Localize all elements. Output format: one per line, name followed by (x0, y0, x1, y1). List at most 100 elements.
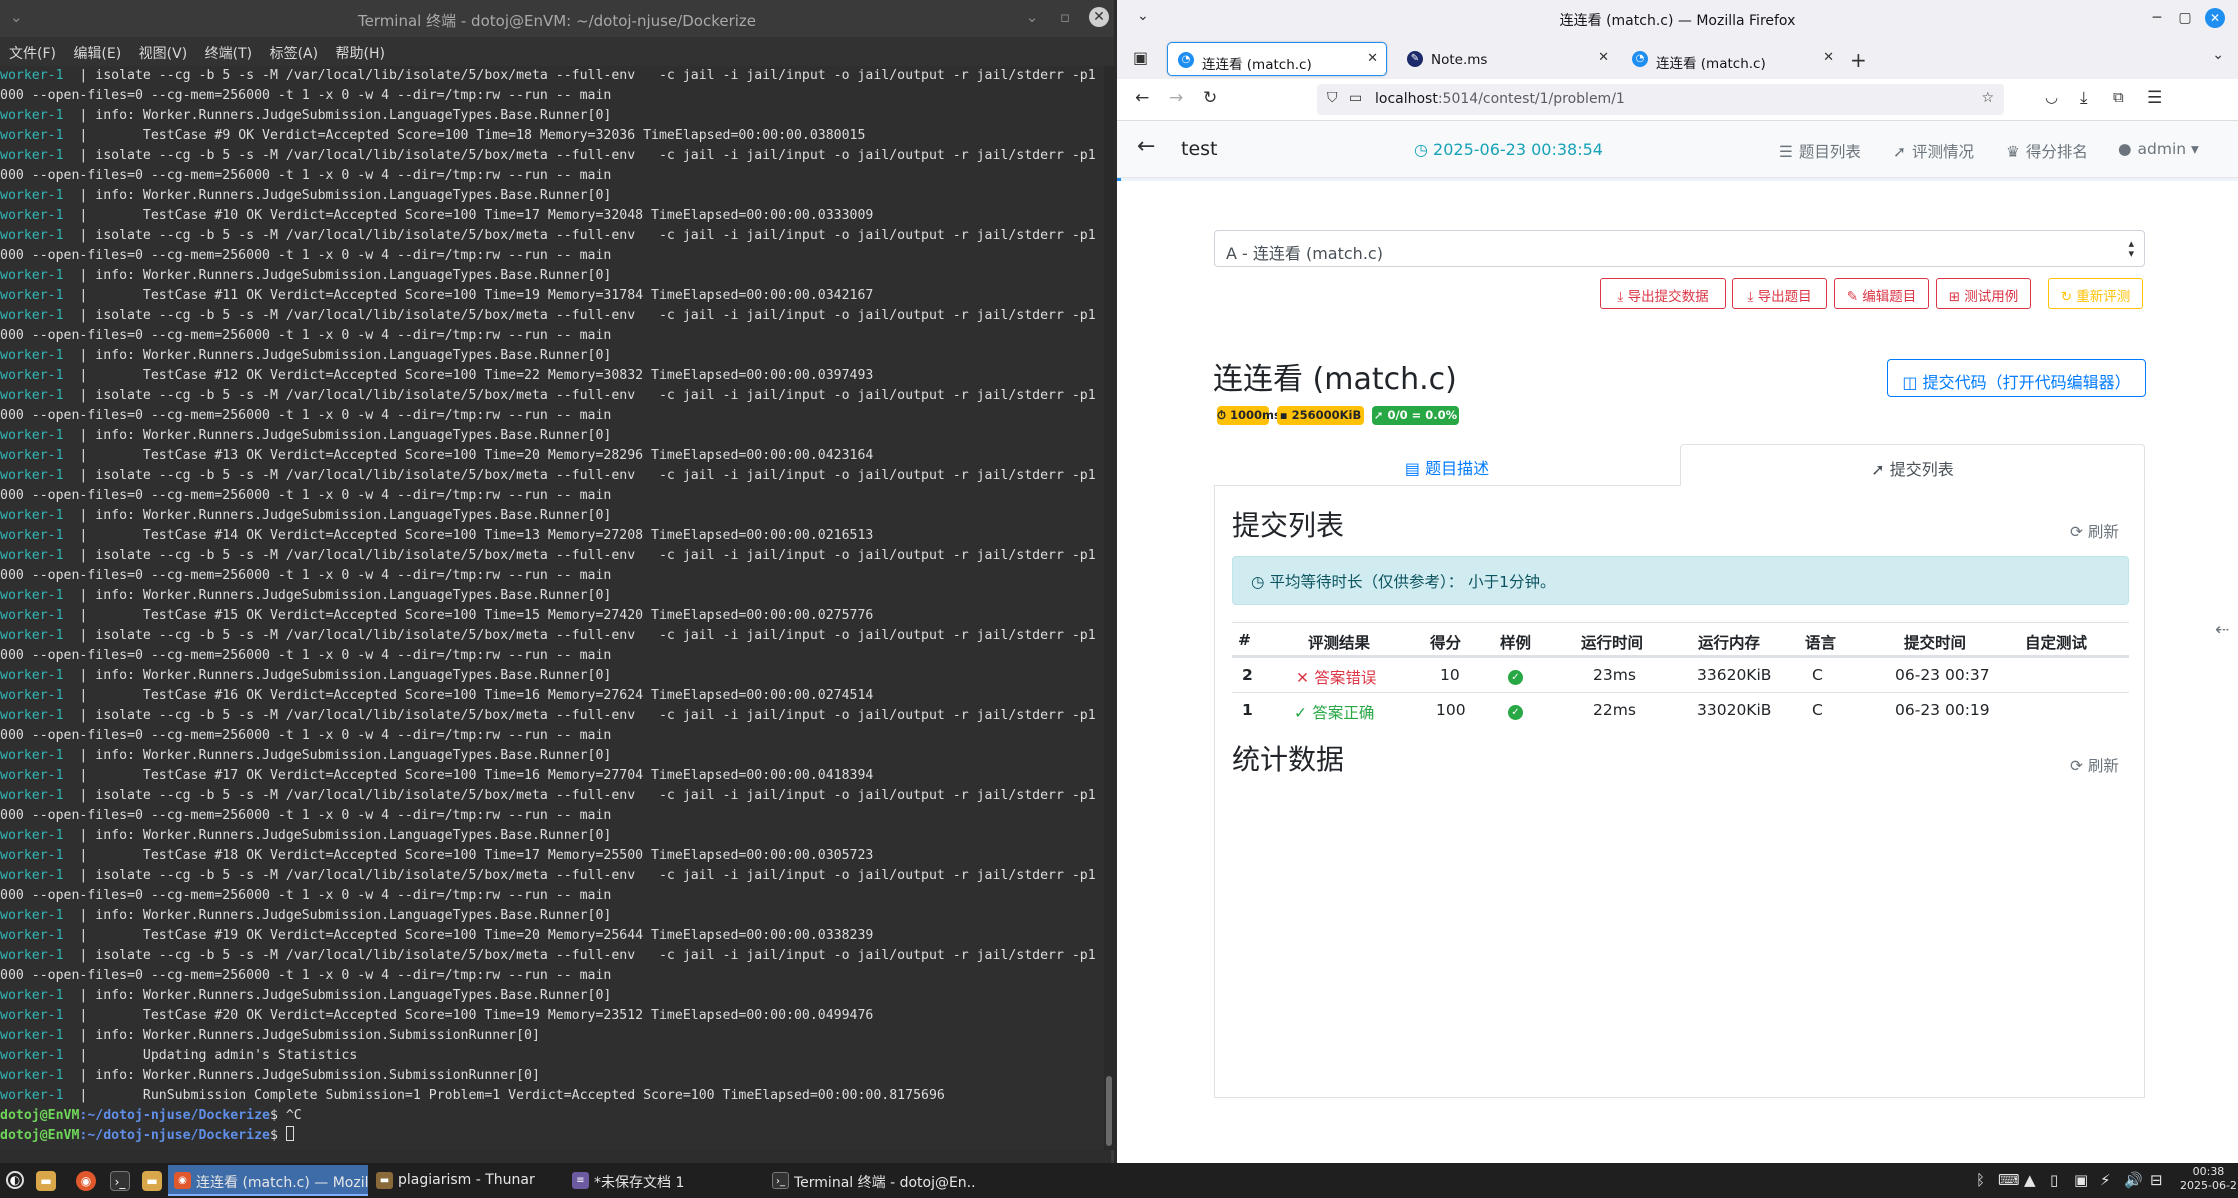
submit-code-button[interactable]: ◫ 提交代码（打开代码编辑器） (1887, 359, 2146, 397)
task-firefox[interactable]: ◉ 连连看 (match.c) — Mozilla... (168, 1165, 368, 1196)
terminal-output[interactable]: worker-1 | isolate --cg -b 5 -s -M /var/… (0, 66, 1104, 1150)
nav-problem-list[interactable]: ☰ 题目列表 (1779, 140, 1861, 162)
problem-select[interactable]: A - 连连看 (match.c) ▴ ▾ (1214, 230, 2145, 267)
site-brand[interactable]: test (1181, 138, 1218, 160)
nav-user-menu[interactable]: ● admin ▾ (2118, 140, 2199, 158)
browser-tab-2[interactable]: ✎ Note.ms ✕ (1397, 42, 1617, 76)
new-tab-icon[interactable]: + (1850, 48, 1867, 72)
download-icon[interactable]: ⤓ (2080, 88, 2088, 108)
minimize-icon[interactable]: ⌄ (1022, 7, 1042, 27)
container-prefix: worker-1 (0, 1048, 64, 1063)
keyboard-icon[interactable]: ⌨ (1998, 1171, 2020, 1189)
menu-help[interactable]: 帮助(H) (327, 37, 385, 63)
close-icon[interactable]: ✕ (1089, 7, 1109, 27)
close-tab-icon[interactable]: ✕ (1367, 51, 1378, 66)
tab-submissions[interactable]: ➚ 提交列表 (1680, 444, 2145, 486)
list-tabs-chevron-icon[interactable]: ⌄ (2212, 47, 2224, 63)
select-arrows-icon: ▴ ▾ (2128, 237, 2134, 260)
extensions-icon[interactable]: ⧉ (2113, 88, 2124, 106)
terminal-window[interactable]: ⌄ Terminal 终端 - dotoj@EnVM: ~/dotoj-njus… (0, 0, 1114, 1163)
clipboard-icon[interactable]: ▯ (2050, 1171, 2058, 1189)
result-cell[interactable]: ✕ 答案错误 (1296, 666, 1376, 688)
firefox-launcher-icon[interactable]: ◉ (76, 1171, 96, 1191)
submission-id[interactable]: 2 (1242, 666, 1253, 684)
terminal-line: worker-1 | TestCase #20 OK Verdict=Accep… (0, 1006, 1104, 1026)
url-bar[interactable]: ⛉ ▭ localhost:5014/contest/1/problem/1 ☆ (1317, 84, 2004, 115)
bluetooth-icon[interactable]: ᛒ (1976, 1171, 1985, 1189)
prompt-line[interactable]: dotoj@EnVM:~/dotoj-njuse/Dockerize$ ^C (0, 1106, 1104, 1126)
files-icon[interactable]: ▬ (36, 1171, 56, 1191)
volume-icon[interactable]: 🔊 (2124, 1171, 2143, 1189)
line-text: 000 --open-files=0 --cg-mem=256000 -t 1 … (0, 328, 612, 343)
container-prefix: worker-1 (0, 1068, 64, 1083)
taskbar-clock[interactable]: 00:38 2025-06-2 (2180, 1165, 2237, 1193)
table-row[interactable]: 2 ✕ 答案错误 10 ✓ 23ms 33620KiB C 06-23 00:3… (1232, 657, 2129, 692)
power-icon[interactable]: ⚡ (2100, 1171, 2111, 1189)
maximize-icon[interactable]: ▢ (2175, 8, 2195, 28)
maximize-icon[interactable]: ▫ (1055, 7, 1075, 27)
export-submissions-button[interactable]: ⤓ 导出提交数据 (1600, 278, 1726, 309)
terminal-line: worker-1 | isolate --cg -b 5 -s -M /var/… (0, 306, 1104, 326)
pocket-icon[interactable]: ◡ (2045, 88, 2058, 106)
test-cases-button[interactable]: ⊞ 测试用例 (1936, 278, 2031, 309)
rejudge-button[interactable]: ↻ 重新评测 (2048, 278, 2143, 309)
nav-ranking[interactable]: ♛ 得分排名 (2006, 140, 2088, 162)
folder-launcher-icon[interactable]: ▬ (142, 1171, 162, 1191)
line-text: | info: Worker.Runners.JudgeSubmission.S… (63, 1068, 540, 1083)
export-problem-button[interactable]: ⤓ 导出题目 (1732, 278, 1827, 309)
prompt-input[interactable]: $ (270, 1128, 286, 1143)
prompt-path: :~/dotoj-njuse/Dockerize (79, 1108, 270, 1123)
terminal-titlebar[interactable]: ⌄ Terminal 终端 - dotoj@EnVM: ~/dotoj-njus… (0, 0, 1114, 37)
submission-id[interactable]: 1 (1242, 701, 1253, 719)
page-info-icon[interactable]: ▭ (1349, 90, 1362, 106)
close-tab-icon[interactable]: ✕ (1598, 50, 1609, 65)
close-icon[interactable]: ✕ (2205, 8, 2225, 28)
browser-tab-1[interactable]: ◔ 连连看 (match.c) ✕ (1167, 42, 1387, 76)
edit-problem-button[interactable]: ✎ 编辑题目 (1834, 278, 1929, 309)
terminal-launcher-icon[interactable]: ›_ (110, 1171, 130, 1191)
back-arrow-icon[interactable]: ← (1135, 88, 1149, 108)
sidebar-toggle-arrow-icon[interactable]: ⇠ (2215, 620, 2229, 640)
task-editor[interactable]: ≡ *未保存文档 1 (566, 1165, 756, 1196)
prompt-input[interactable]: $ ^C (270, 1108, 302, 1123)
result-cell[interactable]: ✓ 答案正确 (1294, 701, 1374, 723)
result-text: 答案正确 (1312, 704, 1375, 722)
menu-view[interactable]: 视图(V) (130, 37, 188, 63)
column-header: 运行内存 (1698, 634, 1761, 652)
terminal-line: 000 --open-files=0 --cg-mem=256000 -t 1 … (0, 966, 1104, 986)
network-icon[interactable]: ⊟ (2150, 1171, 2163, 1189)
task-terminal[interactable]: ›_ Terminal 终端 - dotoj@En... (766, 1165, 976, 1196)
tab-overview-icon[interactable]: ▣ (1133, 48, 1148, 67)
tab-label: 题目描述 (1425, 459, 1490, 478)
task-thunar[interactable]: ▬ plagiarism - Thunar (370, 1165, 560, 1196)
bookmark-star-icon[interactable]: ☆ (1981, 90, 1994, 106)
sync-icon: ⟳ (2070, 757, 2088, 775)
notification-bell-icon[interactable]: ▲ (2024, 1171, 2036, 1189)
tab-description[interactable]: ▤ 题目描述 (1214, 444, 1680, 486)
terminal-line: worker-1 | TestCase #13 OK Verdict=Accep… (0, 446, 1104, 466)
line-text: 000 --open-files=0 --cg-mem=256000 -t 1 … (0, 888, 612, 903)
prompt-line[interactable]: dotoj@EnVM:~/dotoj-njuse/Dockerize$ (0, 1126, 1104, 1146)
table-row[interactable]: 1 ✓ 答案正确 100 ✓ 22ms 33020KiB C 06-23 00:… (1232, 692, 2129, 727)
menu-tabs[interactable]: 标签(A) (261, 37, 319, 63)
menu-file[interactable]: 文件(F) (0, 37, 56, 63)
scrollbar-thumb[interactable] (1106, 1076, 1112, 1146)
refresh-submissions-button[interactable]: ⟳ 刷新 (2070, 520, 2119, 542)
menu-icon[interactable]: ☰ (2147, 88, 2162, 108)
close-tab-icon[interactable]: ✕ (1823, 50, 1834, 65)
minimize-icon[interactable]: ─ (2147, 8, 2167, 28)
reload-icon[interactable]: ↻ (1203, 88, 1217, 108)
menu-terminal[interactable]: 终端(T) (196, 37, 252, 63)
forward-arrow-icon[interactable]: → (1169, 88, 1183, 108)
menu-edit[interactable]: 编辑(E) (64, 37, 121, 63)
nav-judge-status[interactable]: ➚ 评测情况 (1893, 140, 1974, 162)
firefox-window[interactable]: ⌄ 连连看 (match.c) — Mozilla Firefox ─ ▢ ✕ … (1117, 0, 2238, 1163)
app-menu-icon[interactable]: ◐ (6, 1171, 24, 1189)
firefox-titlebar[interactable]: ⌄ 连连看 (match.c) — Mozilla Firefox ─ ▢ ✕ (1117, 0, 2238, 37)
terminal-scrollbar[interactable] (1104, 66, 1114, 1150)
refresh-stats-button[interactable]: ⟳ 刷新 (2070, 754, 2119, 776)
browser-tab-3[interactable]: ◔ 连连看 (match.c) ✕ (1622, 42, 1842, 76)
screen-icon[interactable]: ▣ (2074, 1171, 2088, 1189)
back-arrow-icon[interactable]: ← (1137, 134, 1155, 159)
shield-icon[interactable]: ⛉ (1327, 90, 1338, 106)
